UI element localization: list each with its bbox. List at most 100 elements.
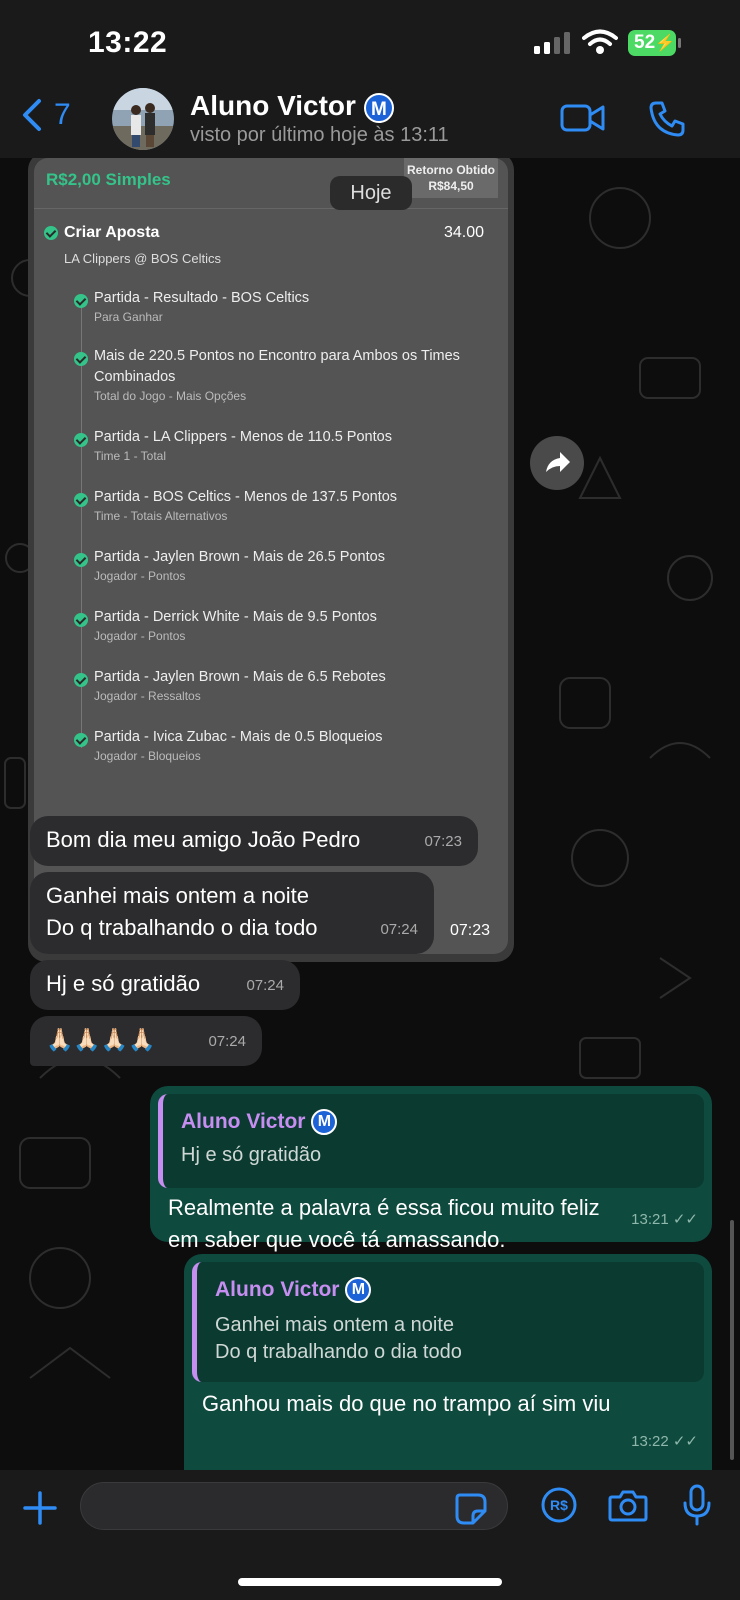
leg-check-icon	[74, 613, 88, 627]
incoming-message[interactable]: Bom dia meu amigo João Pedro 07:23	[30, 816, 478, 866]
leg-title: Partida - Jaylen Brown - Mais de 26.5 Po…	[94, 549, 385, 565]
wifi-icon	[582, 29, 618, 54]
unread-count: 7	[54, 98, 71, 131]
forward-arrow-icon	[546, 452, 570, 472]
status-time: 13:22	[88, 26, 168, 59]
leg-subtitle: Jogador - Ressaltos	[94, 689, 201, 703]
bet-stake: R$2,00 Simples	[46, 170, 171, 189]
video-call-icon[interactable]	[560, 102, 606, 134]
leg-subtitle: Jogador - Pontos	[94, 629, 186, 643]
leg-title: Partida - Ivica Zubac - Mais de 0.5 Bloq…	[94, 729, 383, 745]
message-text: Ganhou mais do que no trampo aí sim viu	[202, 1391, 611, 1416]
quoted-author-name: Aluno Victor	[181, 1110, 306, 1133]
battery-icon: 52⚡	[628, 30, 676, 56]
message-time: 07:24	[380, 921, 418, 938]
verified-badge: M	[311, 1109, 338, 1136]
message-composer: R$	[0, 1470, 740, 1600]
cellular-signal-icon	[534, 32, 570, 54]
quoted-text: Hj e só gratidão	[181, 1144, 322, 1166]
incoming-message[interactable]: 🙏🏻🙏🏻🙏🏻🙏🏻 07:24	[30, 1016, 262, 1066]
quoted-text-line: Do q trabalhando o dia todo	[215, 1341, 462, 1363]
leg-subtitle: Time 1 - Total	[94, 449, 167, 463]
charging-bolt-icon: ⚡	[655, 35, 676, 52]
leg-subtitle: Time - Totais Alternativos	[94, 509, 228, 523]
read-receipt-icon: ✓✓	[672, 1211, 698, 1228]
contact-name-text: Aluno Victor	[190, 90, 356, 121]
quoted-author-name: Aluno Victor	[215, 1278, 340, 1301]
message-text-line: Do q trabalhando o dia todo	[46, 915, 318, 940]
message-time-text: 13:21	[631, 1211, 669, 1228]
last-seen-status: visto por último hoje às 13:11	[190, 124, 449, 146]
quoted-author: Aluno Victor M	[181, 1106, 338, 1138]
chat-header: 7 Aluno Victor M visto por último hoje às…	[0, 88, 740, 159]
incoming-message[interactable]: Ganhei mais ontem a noite Do q trabalhan…	[30, 872, 434, 954]
leg-subtitle: Para Ganhar	[94, 310, 163, 324]
message-input[interactable]	[80, 1482, 508, 1530]
camera-icon[interactable]	[608, 1488, 648, 1522]
bet-title: Criar Aposta	[64, 224, 160, 241]
date-chip: Hoje	[330, 176, 412, 210]
sticker-icon[interactable]	[454, 1492, 488, 1526]
bet-return-label: Retorno Obtido	[407, 163, 495, 177]
outgoing-message[interactable]: Aluno Victor M Ganhei mais ontem a noite …	[184, 1254, 712, 1470]
message-time-text: 13:22	[631, 1433, 669, 1450]
leg-subtitle: Jogador - Pontos	[94, 569, 186, 583]
microphone-icon[interactable]	[682, 1484, 712, 1526]
home-indicator[interactable]	[238, 1578, 502, 1586]
battery-level: 52	[634, 32, 656, 53]
message-time: 13:22 ✓✓	[631, 1426, 698, 1458]
verified-badge: M	[363, 92, 394, 123]
message-text-line: Realmente a palavra é essa ficou muito f…	[168, 1195, 600, 1220]
leg-title: Partida - BOS Celtics - Menos de 137.5 P…	[94, 489, 398, 505]
chevron-left-icon	[23, 99, 41, 131]
message-time: 13:21 ✓✓	[631, 1204, 698, 1236]
bet-slip-header: R$2,00 Simples Retorno Obtido R$84,50	[34, 158, 508, 209]
battery-cap	[678, 38, 681, 48]
leg-check-icon	[74, 433, 88, 447]
message-text: Hj e só gratidão	[46, 971, 201, 996]
leg-title: Partida - LA Clippers - Menos de 110.5 P…	[94, 429, 392, 445]
verified-badge: M	[345, 1277, 372, 1304]
message-time: 07:24	[208, 1033, 246, 1050]
forward-button[interactable]	[530, 436, 584, 490]
bet-title-check-icon	[44, 226, 58, 240]
bet-odds: 34.00	[443, 224, 484, 241]
incoming-message[interactable]: Hj e só gratidão 07:24	[30, 960, 300, 1010]
quoted-message[interactable]: Aluno Victor M Hj e só gratidão	[158, 1094, 704, 1188]
leg-check-icon	[74, 733, 88, 747]
contact-name[interactable]: Aluno Victor M	[190, 90, 394, 123]
message-emoji: 🙏🏻🙏🏻🙏🏻🙏🏻	[46, 1027, 156, 1052]
leg-subtitle: Total do Jogo - Mais Opções	[94, 389, 247, 403]
message-text-line: Ganhei mais ontem a noite	[46, 883, 309, 908]
read-receipt-icon: ✓✓	[672, 1433, 698, 1450]
quoted-message[interactable]: Aluno Victor M Ganhei mais ontem a noite …	[192, 1262, 704, 1382]
svg-text:R$: R$	[550, 1497, 568, 1513]
leg-title: Partida - Derrick White - Mais de 9.5 Po…	[94, 609, 377, 625]
bet-return-box: Retorno Obtido R$84,50	[404, 158, 498, 198]
leg-check-icon	[74, 553, 88, 567]
message-time: 07:24	[246, 977, 284, 994]
quoted-author: Aluno Victor M	[215, 1274, 372, 1306]
pix-payment-icon[interactable]: R$	[540, 1486, 578, 1524]
leg-subtitle: Jogador - Bloqueios	[94, 749, 201, 763]
leg-check-icon	[74, 352, 88, 366]
back-button[interactable]: 7	[22, 98, 71, 132]
plus-icon[interactable]	[22, 1490, 58, 1526]
status-bar: 13:22 52⚡	[0, 0, 740, 88]
bet-match: LA Clippers @ BOS Celtics	[64, 251, 221, 266]
leg-title: Partida - Resultado - BOS Celtics	[94, 290, 310, 306]
leg-title: Partida - Jaylen Brown - Mais de 6.5 Reb…	[94, 669, 386, 685]
message-text: Bom dia meu amigo João Pedro	[46, 827, 361, 852]
leg-check-icon	[74, 673, 88, 687]
contact-avatar[interactable]	[112, 88, 174, 150]
leg-check-icon	[74, 493, 88, 507]
phone-call-icon[interactable]	[648, 100, 686, 138]
scrollbar[interactable]	[730, 1220, 734, 1460]
message-text-line: em saber que você tá amassando.	[168, 1227, 506, 1252]
leg-check-icon	[74, 294, 88, 308]
message-time: 07:23	[449, 922, 490, 939]
quoted-text-line: Ganhei mais ontem a noite	[215, 1314, 455, 1336]
chat-area[interactable]: R$2,00 Simples Retorno Obtido R$84,50 Cr…	[0, 158, 740, 1470]
leg-title: Mais de 220.5 Pontos no Encontro para Am…	[94, 348, 460, 385]
outgoing-message[interactable]: Aluno Victor M Hj e só gratidão Realmente…	[150, 1086, 712, 1252]
